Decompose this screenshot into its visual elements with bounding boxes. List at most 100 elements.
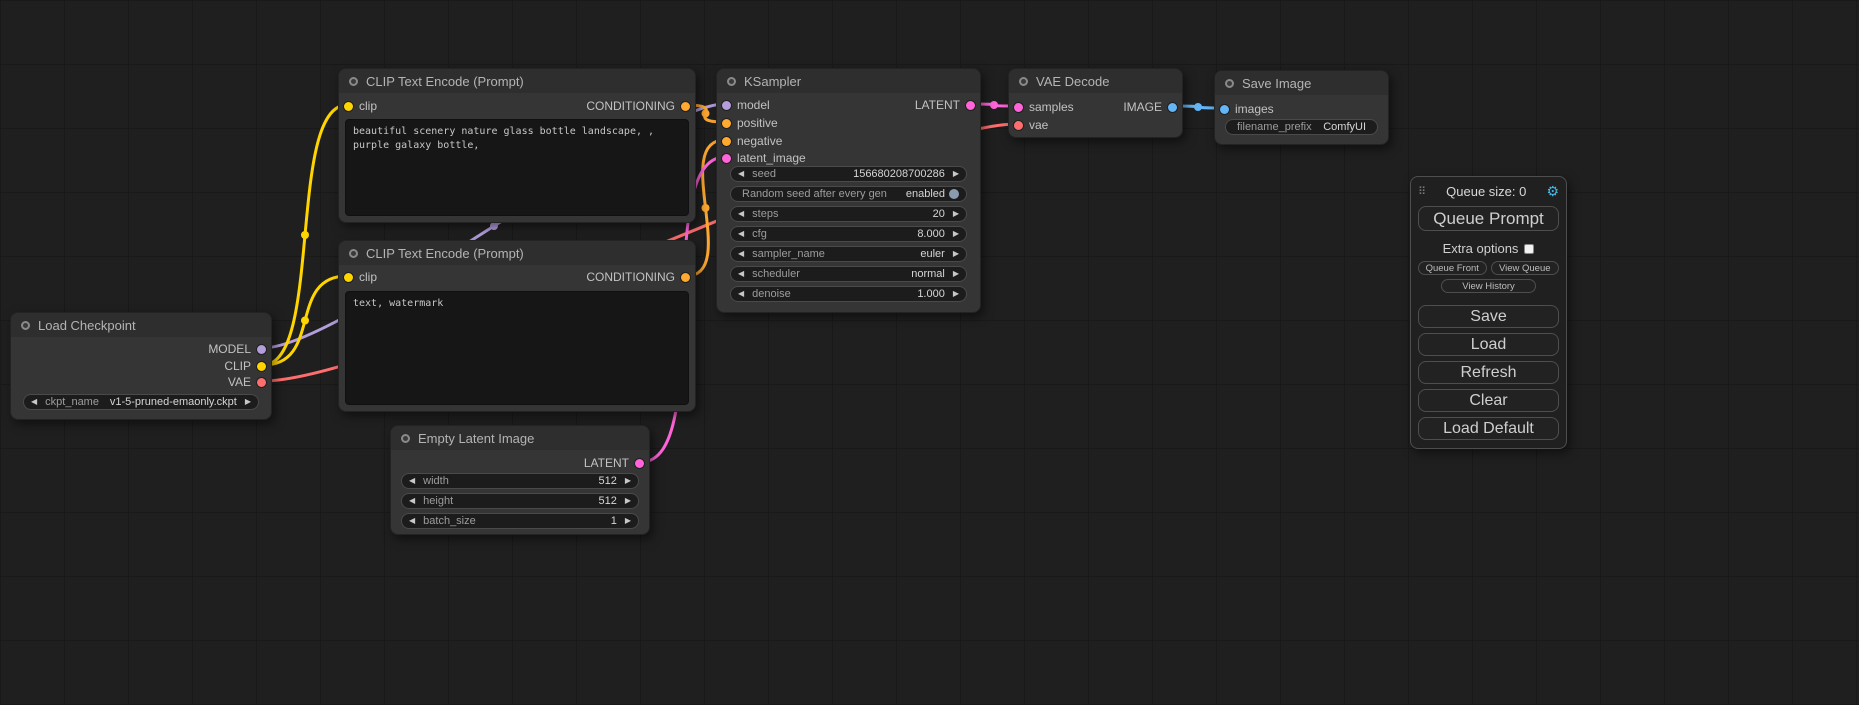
- node-graph-canvas[interactable]: CLIP Text Encode (Prompt) clip CONDITION…: [0, 0, 1859, 705]
- widget-value: ComfyUI: [1323, 121, 1366, 133]
- increment-arrow-icon[interactable]: ▶: [245, 394, 251, 410]
- widget-label: Random seed after every gen: [742, 188, 887, 200]
- increment-arrow-icon[interactable]: ▶: [953, 166, 959, 182]
- queue-prompt-button[interactable]: Queue Prompt: [1418, 206, 1559, 231]
- node-title-bar[interactable]: Save Image: [1215, 71, 1388, 95]
- decrement-arrow-icon[interactable]: ◀: [738, 206, 744, 222]
- cfg-widget[interactable]: ◀ cfg 8.000 ▶: [730, 226, 967, 242]
- image-output-slot[interactable]: [1168, 103, 1177, 112]
- decrement-arrow-icon[interactable]: ◀: [738, 166, 744, 182]
- node-ksampler[interactable]: KSampler model LATENT positive negative …: [716, 68, 981, 313]
- toggle-knob-icon[interactable]: [949, 189, 959, 199]
- increment-arrow-icon[interactable]: ▶: [625, 473, 631, 489]
- node-status-dot-icon: [349, 77, 358, 86]
- vae-input-slot[interactable]: [1014, 121, 1023, 130]
- random-seed-toggle-widget[interactable]: Random seed after every gen enabled: [730, 186, 967, 202]
- widget-value: 512: [598, 495, 616, 507]
- denoise-widget[interactable]: ◀ denoise 1.000 ▶: [730, 286, 967, 302]
- clip-output-slot[interactable]: [257, 362, 266, 371]
- height-widget[interactable]: ◀ height 512 ▶: [401, 493, 639, 509]
- queue-front-button[interactable]: Queue Front: [1418, 261, 1487, 275]
- scheduler-widget[interactable]: ◀ scheduler normal ▶: [730, 266, 967, 282]
- increment-arrow-icon[interactable]: ▶: [953, 246, 959, 262]
- batch-size-widget[interactable]: ◀ batch_size 1 ▶: [401, 513, 639, 529]
- node-clip-text-encode-negative[interactable]: CLIP Text Encode (Prompt) clip CONDITION…: [338, 240, 696, 412]
- samples-input-label: samples: [1029, 100, 1074, 114]
- model-input-slot[interactable]: [722, 101, 731, 110]
- extra-options-checkbox[interactable]: [1524, 244, 1534, 254]
- clip-input-slot[interactable]: [344, 273, 353, 282]
- save-button[interactable]: Save: [1418, 305, 1559, 328]
- ckpt-name-widget[interactable]: ◀ ckpt_name v1-5-pruned-emaonly.ckpt ▶: [23, 394, 259, 410]
- latent-output-label: LATENT: [584, 456, 629, 470]
- decrement-arrow-icon[interactable]: ◀: [738, 266, 744, 282]
- node-title-bar[interactable]: CLIP Text Encode (Prompt): [339, 241, 695, 265]
- latent-image-input-label: latent_image: [737, 151, 806, 165]
- node-status-dot-icon: [1019, 77, 1028, 86]
- samples-input-slot[interactable]: [1014, 103, 1023, 112]
- steps-widget[interactable]: ◀ steps 20 ▶: [730, 206, 967, 222]
- node-title-bar[interactable]: Load Checkpoint: [11, 313, 271, 337]
- increment-arrow-icon[interactable]: ▶: [953, 206, 959, 222]
- latent-output-slot[interactable]: [635, 459, 644, 468]
- vae-output-label: VAE: [228, 375, 251, 389]
- node-title-bar[interactable]: Empty Latent Image: [391, 426, 649, 450]
- node-load-checkpoint[interactable]: Load Checkpoint MODEL CLIP VAE ◀ ckpt_na…: [10, 312, 272, 420]
- positive-cond-link-midpoint-dot: [702, 110, 710, 118]
- conditioning-output-slot[interactable]: [681, 102, 690, 111]
- width-widget[interactable]: ◀ width 512 ▶: [401, 473, 639, 489]
- increment-arrow-icon[interactable]: ▶: [953, 226, 959, 242]
- model-output-slot[interactable]: [257, 345, 266, 354]
- increment-arrow-icon[interactable]: ▶: [625, 513, 631, 529]
- queue-size-label: Queue size: 0: [1446, 184, 1526, 199]
- widget-value: euler: [920, 248, 944, 260]
- node-title-bar[interactable]: KSampler: [717, 69, 980, 93]
- increment-arrow-icon[interactable]: ▶: [625, 493, 631, 509]
- node-title: VAE Decode: [1036, 74, 1109, 89]
- positive-prompt-textarea[interactable]: beautiful scenery nature glass bottle la…: [345, 119, 689, 216]
- increment-arrow-icon[interactable]: ▶: [953, 266, 959, 282]
- node-vae-decode[interactable]: VAE Decode samples IMAGE vae: [1008, 68, 1183, 138]
- filename-prefix-widget[interactable]: filename_prefix ComfyUI: [1225, 119, 1378, 135]
- sampler-name-widget[interactable]: ◀ sampler_name euler ▶: [730, 246, 967, 262]
- load-default-button[interactable]: Load Default: [1418, 417, 1559, 440]
- negative-input-label: negative: [737, 134, 782, 148]
- widget-label: ckpt_name: [45, 396, 99, 408]
- seed-widget[interactable]: ◀ seed 156680208700286 ▶: [730, 166, 967, 182]
- conditioning-output-slot[interactable]: [681, 273, 690, 282]
- node-status-dot-icon: [1225, 79, 1234, 88]
- decrement-arrow-icon[interactable]: ◀: [409, 513, 415, 529]
- view-history-button[interactable]: View History: [1441, 279, 1537, 293]
- clip-input-slot[interactable]: [344, 102, 353, 111]
- latent-output-slot[interactable]: [966, 101, 975, 110]
- widget-label: batch_size: [423, 515, 476, 527]
- node-save-image[interactable]: Save Image images filename_prefix ComfyU…: [1214, 70, 1389, 145]
- decrement-arrow-icon[interactable]: ◀: [738, 226, 744, 242]
- decrement-arrow-icon[interactable]: ◀: [738, 286, 744, 302]
- decrement-arrow-icon[interactable]: ◀: [409, 493, 415, 509]
- refresh-button[interactable]: Refresh: [1418, 361, 1559, 384]
- decrement-arrow-icon[interactable]: ◀: [31, 394, 37, 410]
- node-empty-latent-image[interactable]: Empty Latent Image LATENT ◀ width 512 ▶ …: [390, 425, 650, 535]
- positive-input-slot[interactable]: [722, 119, 731, 128]
- latent-output-label: LATENT: [915, 98, 960, 112]
- decrement-arrow-icon[interactable]: ◀: [409, 473, 415, 489]
- node-title-bar[interactable]: CLIP Text Encode (Prompt): [339, 69, 695, 93]
- node-clip-text-encode-positive[interactable]: CLIP Text Encode (Prompt) clip CONDITION…: [338, 68, 696, 223]
- clear-button[interactable]: Clear: [1418, 389, 1559, 412]
- widget-value: 1: [611, 515, 617, 527]
- negative-input-slot[interactable]: [722, 137, 731, 146]
- vae-output-slot[interactable]: [257, 378, 266, 387]
- images-input-slot[interactable]: [1220, 105, 1229, 114]
- view-queue-button[interactable]: View Queue: [1491, 261, 1560, 275]
- latent-image-input-slot[interactable]: [722, 154, 731, 163]
- increment-arrow-icon[interactable]: ▶: [953, 286, 959, 302]
- image-link-midpoint-dot: [1194, 103, 1202, 111]
- widget-label: seed: [752, 168, 776, 180]
- negative-prompt-textarea[interactable]: text, watermark: [345, 291, 689, 405]
- node-title-bar[interactable]: VAE Decode: [1009, 69, 1182, 93]
- settings-gear-icon[interactable]: ⚙: [1546, 183, 1559, 200]
- decrement-arrow-icon[interactable]: ◀: [738, 246, 744, 262]
- load-button[interactable]: Load: [1418, 333, 1559, 356]
- drag-handle-icon[interactable]: ⠿: [1418, 185, 1426, 198]
